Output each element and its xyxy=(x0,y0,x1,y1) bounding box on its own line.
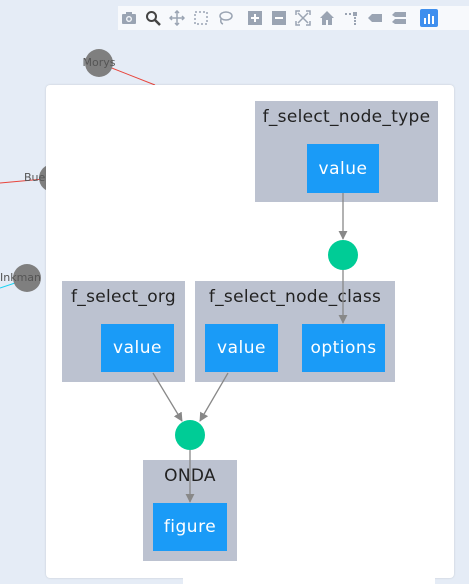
cluster-title: f_select_org xyxy=(71,287,176,307)
autoscale-icon[interactable] xyxy=(292,7,314,29)
cluster-title: ONDA xyxy=(164,466,216,486)
hover-closest-icon[interactable] xyxy=(364,7,386,29)
prop-options[interactable]: options xyxy=(302,324,385,372)
cluster-title: f_select_node_class xyxy=(208,287,382,307)
cluster-onda: ONDA figure xyxy=(143,460,237,561)
zoom-in-icon[interactable] xyxy=(244,7,266,29)
pan-icon[interactable] xyxy=(166,7,188,29)
camera-icon[interactable] xyxy=(118,7,140,29)
zoom-out-icon[interactable] xyxy=(268,7,290,29)
graph-node-label: Morys xyxy=(83,56,116,69)
box-select-icon[interactable] xyxy=(190,7,212,29)
prop-value[interactable]: value xyxy=(205,324,278,372)
reset-axes-icon[interactable] xyxy=(316,7,338,29)
spike-lines-icon[interactable] xyxy=(340,7,362,29)
prop-value[interactable]: value xyxy=(307,144,379,193)
prop-figure[interactable]: figure xyxy=(153,503,227,551)
cluster-f-select-node-type: f_select_node_type value xyxy=(255,101,438,202)
plot-modebar xyxy=(118,6,469,30)
plotly-logo-icon[interactable] xyxy=(420,9,438,27)
panel-edge xyxy=(183,578,435,584)
zoom-icon[interactable] xyxy=(142,7,164,29)
cluster-title: f_select_node_type xyxy=(262,107,431,127)
cluster-f-select-org: f_select_org value xyxy=(62,281,185,382)
hover-compare-icon[interactable] xyxy=(388,7,410,29)
graph-node-label: Inkman xyxy=(0,271,41,284)
graph-node-label: Bue xyxy=(24,171,46,184)
lasso-select-icon[interactable] xyxy=(214,7,236,29)
cluster-f-select-node-class: f_select_node_class value options xyxy=(195,281,395,382)
prop-value[interactable]: value xyxy=(101,324,174,372)
